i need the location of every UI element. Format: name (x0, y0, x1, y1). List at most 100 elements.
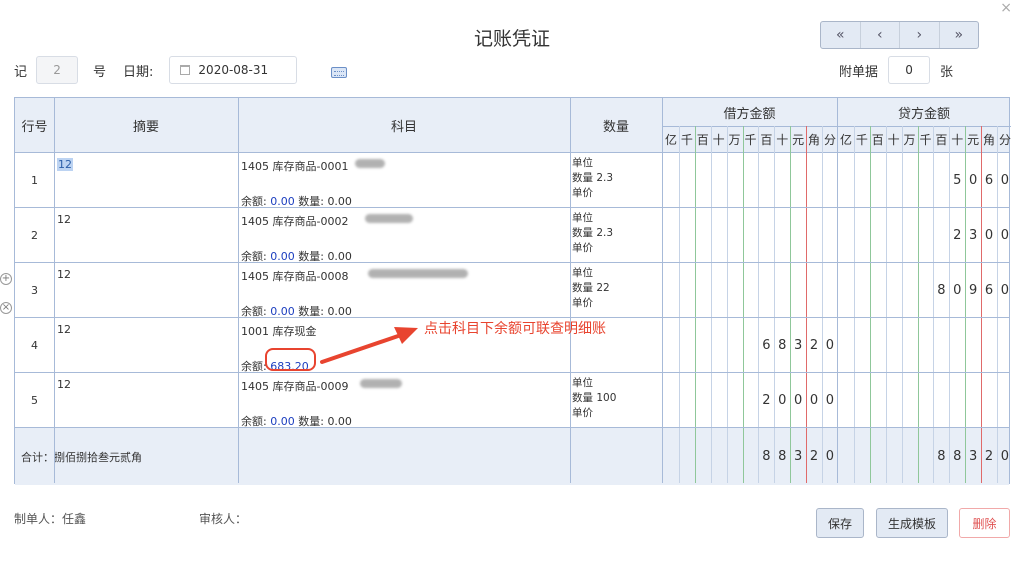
debit-amount-digit: 0 (825, 338, 835, 353)
total-debit-digit: 8 (778, 449, 787, 464)
voucher-nav: « ‹ › » (820, 21, 979, 49)
balance-label: 余额: (241, 305, 267, 318)
prev-voucher-button[interactable]: ‹ (861, 22, 900, 48)
close-icon[interactable]: × (1000, 0, 1012, 16)
subject-cell[interactable]: 1405 库存商品-0002 (241, 213, 348, 229)
save-button[interactable]: 保存 (816, 508, 864, 538)
table-row[interactable]: 3 12 1405 库存商品-0008 余额: 0.00 数量: 0.00 单位 数量 2… (15, 263, 1009, 318)
credit-digit-header: 千 (855, 133, 868, 147)
summary-cell[interactable]: 12 (57, 323, 71, 336)
qty-amount: 数量 2.3 (572, 172, 614, 184)
credit-digit-header: 元 (967, 133, 980, 147)
debit-digit-header: 百 (760, 133, 773, 147)
table-row[interactable]: 2 12 1405 库存商品-0002 余额: 0.00 数量: 0.00 单位 数量 2… (15, 208, 1009, 263)
voucher-hao-label: 号 (93, 64, 107, 80)
row-number: 3 (31, 284, 38, 297)
voucher-header: 记 2 号 日期: 2020-08-31 (14, 55, 298, 85)
debit-digit-header: 亿 (664, 133, 677, 147)
credit-amount-digit: 6 (984, 283, 994, 298)
row-number: 1 (31, 174, 38, 187)
auditor-label: 审核人： (199, 512, 248, 526)
table-row[interactable]: 1 12 1405 库存商品-0001 余额: 0.00 数量: 0.00 单位数量 2… (15, 153, 1009, 208)
qty-unit: 单位 (572, 267, 593, 279)
summary-cell[interactable]: 12 (57, 378, 71, 391)
credit-digit-header: 十 (887, 133, 900, 147)
debit-digit-header: 千 (744, 133, 757, 147)
row-number: 5 (31, 394, 38, 407)
annotation-text: 点击科目下余额可联查明细账 (424, 321, 606, 337)
total-label: 合计：捌佰捌拾叁元贰角 (21, 451, 142, 464)
delete-button[interactable]: 删除 (959, 508, 1010, 538)
total-credit-digit: 3 (968, 449, 978, 464)
balance-line: 余额: 0.00 数量: 0.00 (241, 193, 352, 209)
subject-cell[interactable]: 1001 库存现金 (241, 323, 317, 339)
subject-cell[interactable]: 1405 库存商品-0009 (241, 378, 348, 394)
total-debit-digit: 8 (762, 449, 771, 464)
total-credit-digit: 8 (937, 449, 946, 464)
qty-price: 单价 (572, 242, 593, 254)
balance-qty-label: 数量: (298, 415, 324, 428)
quantity-cell[interactable]: 单位 数量 2.3 单价 (572, 156, 613, 201)
col-credit: 贷方金额 (897, 106, 950, 122)
first-voucher-button[interactable]: « (821, 22, 861, 48)
credit-amount-digit: 0 (984, 228, 994, 243)
summary-cell[interactable]: 12 (57, 213, 71, 226)
subject-cell[interactable]: 1405 库存商品-0001 (241, 158, 348, 174)
total-credit-digit: 2 (984, 449, 994, 464)
balance-line: 余额: 0.00 数量: 0.00 (241, 413, 352, 429)
balance-label: 余额: (241, 195, 267, 208)
redacted-text (365, 214, 413, 223)
credit-digit-header: 百 (935, 133, 948, 147)
debit-digit-header: 十 (776, 133, 789, 147)
credit-digit-header: 亿 (839, 133, 852, 147)
total-row: 合计：捌佰捌拾叁元贰角 (15, 428, 1009, 485)
next-voucher-button[interactable]: › (900, 22, 940, 48)
credit-digit-header: 分 (998, 133, 1011, 147)
voucher-number-input[interactable]: 2 (36, 56, 79, 84)
balance-link[interactable]: 0.00 (270, 305, 295, 318)
balance-label: 余额: (241, 415, 267, 428)
credit-digit-header: 角 (983, 133, 996, 147)
balance-link[interactable]: 0.00 (270, 250, 295, 263)
credit-digit-header: 千 (919, 133, 932, 147)
credit-digit-header: 万 (903, 133, 916, 147)
table-row[interactable]: 5 12 1405 库存商品-0009 余额: 0.00 数量: 0.00 单位数量 1… (15, 373, 1009, 428)
balance-link[interactable]: 0.00 (270, 415, 295, 428)
date-input[interactable]: 2020-08-31 (169, 56, 298, 84)
qty-amount: 数量 100 (572, 392, 617, 404)
debit-digit-header: 十 (712, 133, 725, 147)
credit-amount-digit: 0 (1000, 228, 1010, 243)
voucher-type-label: 记 (14, 64, 28, 80)
quantity-cell[interactable]: 单位 数量 100 单价 (572, 376, 616, 421)
generate-template-button[interactable]: 生成模板 (876, 508, 948, 538)
qty-price: 单价 (572, 297, 593, 309)
summary-cell[interactable]: 12 (57, 268, 71, 281)
col-summary: 摘要 (132, 120, 159, 135)
debit-amount-digit: 3 (793, 338, 803, 353)
keyboard-icon[interactable] (331, 67, 347, 78)
attachment-count-input[interactable]: 0 (888, 56, 931, 84)
attachment-label: 附单据 (839, 64, 879, 80)
quantity-cell[interactable]: 单位数量 22 单价 (572, 266, 610, 311)
date-label: 日期: (123, 64, 154, 80)
credit-amount-digit: 3 (968, 228, 978, 243)
qty-unit: 单位 (572, 212, 593, 224)
delete-row-icon[interactable]: × (0, 302, 12, 314)
add-row-icon[interactable]: + (0, 273, 12, 285)
summary-cell[interactable]: 12 (57, 158, 73, 171)
balance-qty-label: 数量: (298, 250, 324, 263)
qty-unit: 单位 (572, 377, 593, 389)
credit-amount-digit: 5 (953, 173, 962, 188)
col-rowno: 行号 (21, 120, 48, 135)
balance-link[interactable]: 0.00 (270, 195, 295, 208)
debit-amount-digit: 2 (809, 338, 819, 353)
balance-qty-value: 0.00 (327, 250, 352, 263)
qty-amount: 数量 22 (572, 282, 610, 294)
qty-unit: 单位 (572, 157, 593, 169)
credit-amount-digit: 0 (968, 173, 978, 188)
col-quantity: 数量 (602, 120, 629, 135)
last-voucher-button[interactable]: » (940, 22, 979, 48)
col-debit: 借方金额 (723, 106, 776, 122)
quantity-cell[interactable]: 单位 数量 2.3 单价 (572, 211, 613, 256)
subject-cell[interactable]: 1405 库存商品-0008 (241, 268, 348, 284)
